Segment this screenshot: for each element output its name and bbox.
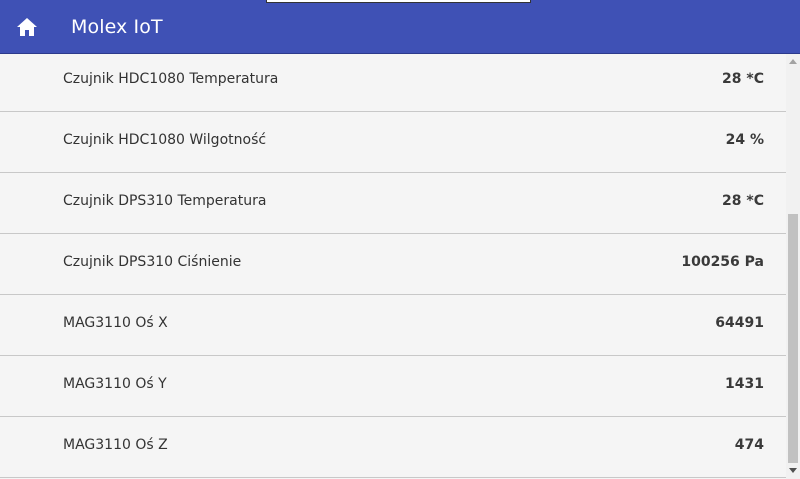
sensor-label: Czujnik HDC1080 Wilgotność bbox=[63, 132, 267, 148]
sensor-value: 28 *C bbox=[722, 193, 764, 209]
list-item: MAG3110 Oś Z 474 bbox=[0, 417, 786, 478]
app-window: Molex IoT Czujnik HDC1080 Temperatura 28… bbox=[0, 0, 800, 479]
home-icon bbox=[17, 18, 37, 36]
sensor-value: 1431 bbox=[725, 376, 764, 392]
list-item: Czujnik DPS310 Temperatura 28 *C bbox=[0, 173, 786, 234]
sensor-label: Czujnik HDC1080 Temperatura bbox=[63, 71, 279, 87]
sensor-label: Czujnik DPS310 Ciśnienie bbox=[63, 254, 242, 270]
sensor-value: 474 bbox=[734, 437, 764, 453]
list-item: Czujnik HDC1080 Temperatura 28 *C bbox=[0, 51, 786, 112]
vertical-scrollbar[interactable] bbox=[786, 54, 800, 479]
scrollbar-thumb[interactable] bbox=[788, 214, 798, 463]
app-header: Molex IoT bbox=[0, 0, 800, 54]
list-item: Czujnik HDC1080 Wilgotność 24 % bbox=[0, 112, 786, 173]
list-item: MAG3110 Oś Y 1431 bbox=[0, 356, 786, 417]
sensor-list: Czujnik HDC1080 Temperatura 28 *C Czujni… bbox=[0, 54, 786, 479]
home-button[interactable] bbox=[14, 14, 40, 40]
sensor-value: 64491 bbox=[715, 315, 764, 331]
sensor-value: 100256 Pa bbox=[681, 254, 764, 270]
sensor-value: 28 *C bbox=[722, 71, 764, 87]
sensor-label: MAG3110 Oś Z bbox=[63, 437, 168, 453]
list-item: Czujnik DPS310 Ciśnienie 100256 Pa bbox=[0, 234, 786, 295]
sensor-label: MAG3110 Oś Y bbox=[63, 376, 167, 392]
scroll-down-arrow-icon[interactable] bbox=[789, 468, 797, 473]
top-overlay-field[interactable] bbox=[266, 0, 531, 3]
app-title: Molex IoT bbox=[71, 16, 163, 38]
sensor-label: Czujnik DPS310 Temperatura bbox=[63, 193, 267, 209]
sensor-label: MAG3110 Oś X bbox=[63, 315, 168, 331]
scroll-up-arrow-icon[interactable] bbox=[789, 59, 797, 64]
list-item: MAG3110 Oś X 64491 bbox=[0, 295, 786, 356]
sensor-value: 24 % bbox=[725, 132, 764, 148]
